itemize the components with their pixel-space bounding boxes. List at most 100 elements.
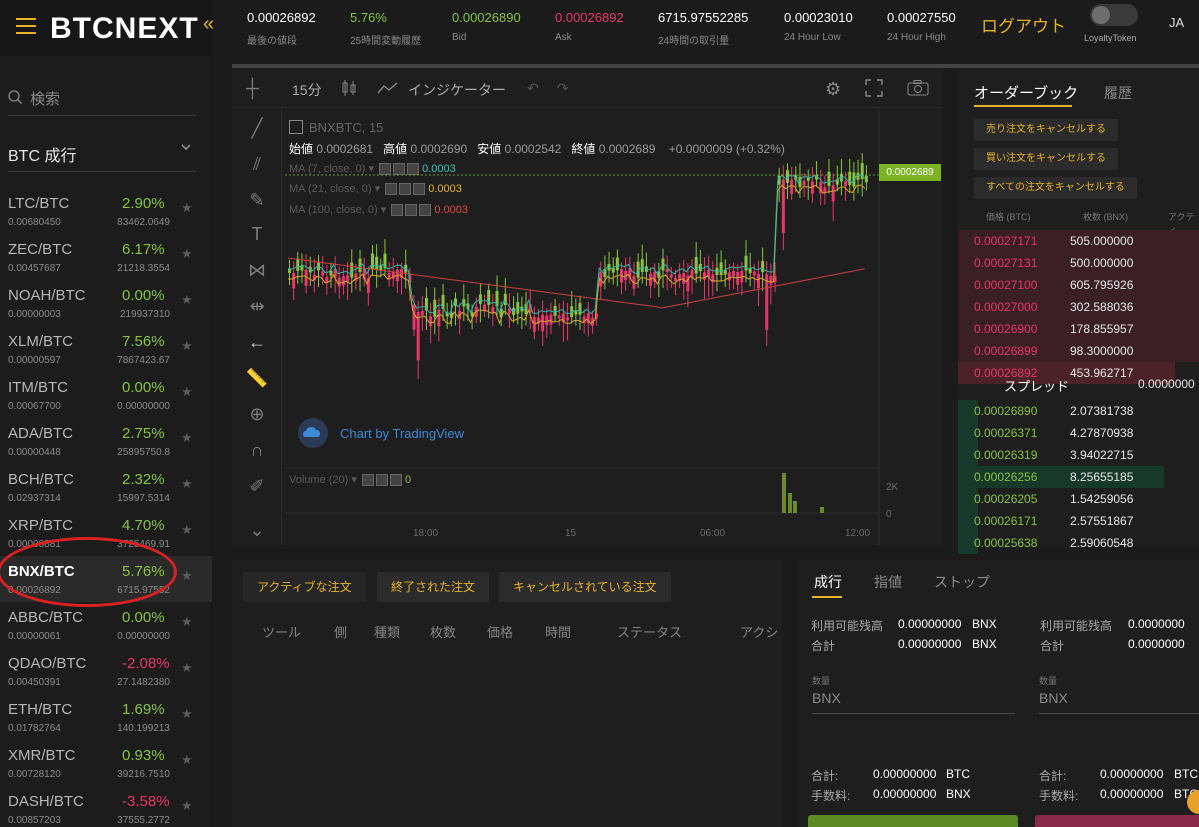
star-icon[interactable]: ★ [181,522,193,538]
star-icon[interactable]: ★ [181,200,193,216]
bid-qty: 2.07381738 [1070,404,1134,418]
star-icon[interactable]: ★ [181,568,193,584]
measure-icon[interactable]: ⇹ [245,294,269,318]
volume-value: 0 [405,474,412,486]
ask-qty: 605.795926 [1070,278,1134,292]
pair-item-xmr-btc[interactable]: XMR/BTC 0.93% 0.00728120 39216.7510 ★ [0,740,212,786]
star-icon[interactable]: ★ [181,384,193,400]
ask-row[interactable]: 0.00026900 178.855957 [958,318,1199,340]
pair-item-ltc-btc[interactable]: LTC/BTC 2.90% 0.00680450 83462.0649 ★ [0,188,212,234]
indicator-button[interactable]: インジケーター [408,80,506,100]
bid-row[interactable]: 0.00026371 4.27870938 [958,422,1199,444]
crosshair-icon[interactable]: ┼ [246,78,259,99]
ruler-icon[interactable]: 📏 [245,366,269,390]
sell-total-value: 0.0000000 [1128,637,1185,651]
star-icon[interactable]: ★ [181,430,193,446]
trend-line-icon[interactable]: ╱ [245,116,269,140]
text-tool-icon[interactable]: T [245,222,269,246]
ask-row[interactable]: 0.00027131 500.000000 [958,252,1199,274]
sell-sum-label: 合計: [1039,769,1067,783]
magnet-icon[interactable]: ∩ [245,438,269,462]
tab-limit[interactable]: 指値 [874,572,902,592]
chevron-down-icon [180,140,192,156]
star-icon[interactable]: ★ [181,476,193,492]
bid-row[interactable]: 0.00026205 1.54259056 [958,488,1199,510]
lock-drawing-icon[interactable]: ✐ [245,474,269,498]
pair-item-qdao-btc[interactable]: QDAO/BTC -2.08% 0.00450391 27.1482380 ★ [0,648,212,694]
scrollbar[interactable] [232,64,1199,68]
ask-qty: 98.3000000 [1070,344,1134,358]
bid-row[interactable]: 0.00025638 2.59060548 [958,532,1199,554]
star-icon[interactable]: ★ [181,614,193,630]
pattern-icon[interactable]: ⋈ [245,258,269,282]
star-icon[interactable]: ★ [181,752,193,768]
tab-history[interactable]: 履歴 [1104,83,1132,103]
pair-item-abbc-btc[interactable]: ABBC/BTC 0.00% 0.00000061 0.00000000 ★ [0,602,212,648]
zoom-in-icon[interactable]: ⊕ [245,402,269,426]
ask-price: 0.00026900 [974,322,1038,336]
pair-price: 0.00000448 [8,447,61,458]
camera-icon[interactable] [907,80,929,101]
brush-icon[interactable]: ✎ [245,188,269,212]
bid-row[interactable]: 0.00026319 3.94022715 [958,444,1199,466]
interval-select[interactable]: 15分 [292,80,322,100]
fib-icon[interactable]: ⫽ [245,152,269,176]
pair-item-itm-btc[interactable]: ITM/BTC 0.00% 0.00067700 0.00000000 ★ [0,372,212,418]
pair-item-bch-btc[interactable]: BCH/BTC 2.32% 0.02937314 15997.5314 ★ [0,464,212,510]
pair-item-dash-btc[interactable]: DASH/BTC -3.58% 0.00857203 37555.2772 ★ [0,786,212,827]
tab-active-orders[interactable]: アクティブな注文 [243,572,366,602]
ask-row[interactable]: 0.00027171 505.000000 [958,230,1199,252]
bid-qty: 4.27870938 [1070,426,1134,440]
bid-row[interactable]: 0.00026171 2.57551867 [958,510,1199,532]
fullscreen-icon[interactable] [865,79,883,102]
pair-item-eth-btc[interactable]: ETH/BTC 1.69% 0.01782764 140.199213 ★ [0,694,212,740]
sell-qty-input[interactable]: BNX [1039,690,1199,714]
pair-item-zec-btc[interactable]: ZEC/BTC 6.17% 0.00457687 21218.3554 ★ [0,234,212,280]
ask-row[interactable]: 0.00027100 605.795926 [958,274,1199,296]
star-icon[interactable]: ★ [181,292,193,308]
buy-qty-input[interactable]: BNX [812,690,1015,714]
sell-balance-value: 0.0000000 [1128,617,1185,631]
spread-value: 0.0000000 [1138,377,1195,391]
language-select[interactable]: JA [1169,15,1184,30]
tab-market[interactable]: 成行 [814,572,842,592]
buy-button[interactable] [808,815,1018,827]
star-icon[interactable]: ★ [181,338,193,354]
tab-stop[interactable]: ストップ [934,572,990,592]
tradingview-link[interactable]: Chart by TradingView [298,418,488,448]
cancel-all-button[interactable]: すべての注文をキャンセルする [974,177,1137,199]
pair-item-xlm-btc[interactable]: XLM/BTC 7.56% 0.00000597 7867423.67 ★ [0,326,212,372]
ticker-stat: 6715.97552285 24時間の取引量 [658,10,748,47]
bid-qty: 2.57551867 [1070,514,1134,528]
star-icon[interactable]: ★ [181,706,193,722]
bid-row[interactable]: 0.00026256 8.25655185 [958,466,1199,488]
undo-icon[interactable]: ↶ [527,80,539,97]
redo-icon[interactable]: ↷ [557,80,569,97]
chevron-down-icon[interactable]: ⌄ [245,518,269,542]
star-icon[interactable]: ★ [181,660,193,676]
pair-item-ada-btc[interactable]: ADA/BTC 2.75% 0.00000448 25895750.8 ★ [0,418,212,464]
hamburger-menu-icon[interactable] [16,18,36,34]
star-icon[interactable]: ★ [181,246,193,262]
ask-row[interactable]: 0.00027000 302.588036 [958,296,1199,318]
tab-closed-orders[interactable]: 終了された注文 [377,572,490,602]
cancel-buy-button[interactable]: 買い注文をキャンセルする [974,148,1118,170]
bid-price: 0.00026256 [974,470,1038,484]
indicator-icon[interactable] [377,81,399,100]
settings-gear-icon[interactable]: ⚙ [825,79,841,100]
logout-link[interactable]: ログアウト [981,12,1066,37]
ask-row[interactable]: 0.00026899 98.3000000 [958,340,1199,362]
search-input[interactable]: 検索 [8,86,196,116]
tab-orderbook[interactable]: オーダーブック [974,82,1078,103]
logo[interactable]: BTCNEXT [50,12,199,46]
sell-button[interactable] [1035,815,1199,827]
cancel-sell-button[interactable]: 売り注文をキャンセルする [974,119,1118,141]
candles-icon[interactable] [340,78,358,103]
pair-item-noah-btc[interactable]: NOAH/BTC 0.00% 0.00000003 219937310 ★ [0,280,212,326]
arrow-left-icon[interactable]: ← [245,330,269,354]
tab-cancelled-orders[interactable]: キャンセルされている注文 [499,572,671,602]
bid-row[interactable]: 0.00026890 2.07381738 [958,400,1199,422]
market-select[interactable]: BTC 成行 [8,136,196,172]
loyalty-toggle[interactable] [1090,4,1138,26]
star-icon[interactable]: ★ [181,798,193,814]
